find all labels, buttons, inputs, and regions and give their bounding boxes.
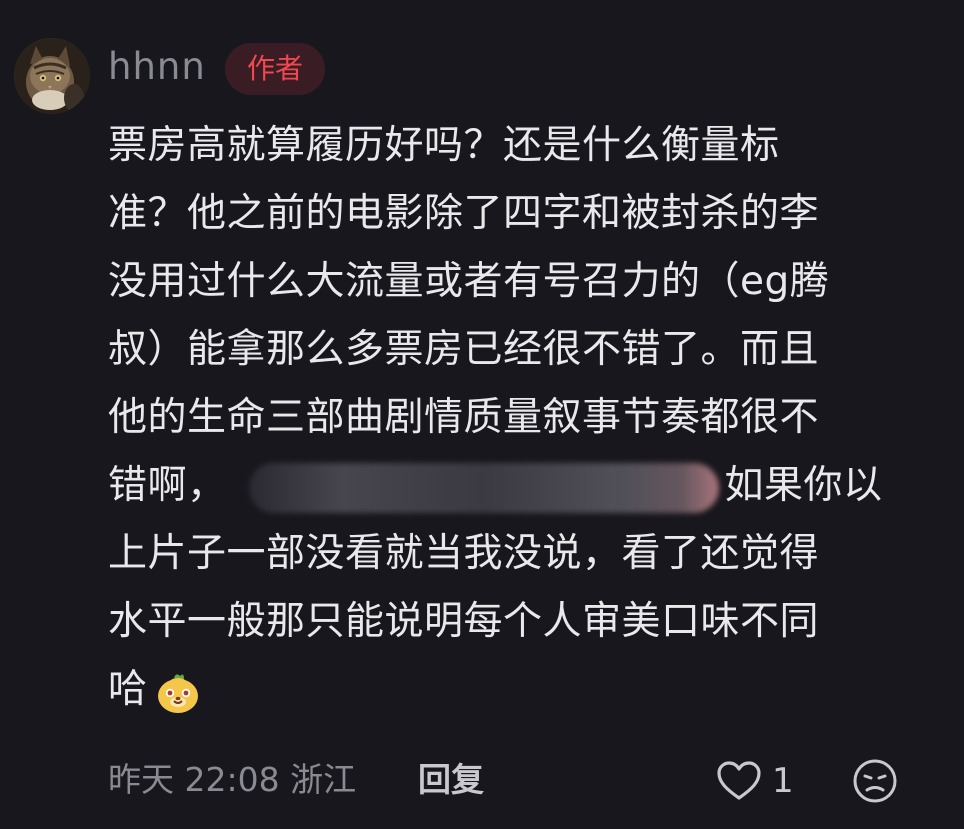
like-button[interactable]: 1 <box>716 756 794 806</box>
author-badge: 作者 <box>225 43 325 95</box>
comment-text-segment: 如果你以 <box>724 463 883 508</box>
comment-line: 没用过什么大流量或者有号召力的（eg腾 <box>108 259 830 304</box>
comment-card: hhnn 作者 票房高就算履历好吗？还是什么衡量标 准？他之前的电影除了四字和被… <box>0 0 964 829</box>
comment-line-last: 哈 <box>108 656 918 724</box>
sad-face-icon <box>853 759 897 803</box>
comment-line: 叔）能拿那么多票房已经很不错了。而且 <box>108 327 820 372</box>
like-count: 1 <box>772 761 794 801</box>
comment-text-segment: 哈 <box>108 667 148 712</box>
heart-icon <box>717 761 761 800</box>
comment-line: 上片子一部没看就当我没说，看了还觉得 <box>108 531 820 576</box>
comment-text-segment: 错啊， <box>108 463 227 508</box>
user-avatar[interactable] <box>14 38 90 114</box>
bear-face-emoji-icon <box>157 673 198 713</box>
cat-avatar-icon <box>14 38 90 114</box>
reply-button[interactable]: 回复 <box>418 752 484 808</box>
username[interactable]: hhnn <box>108 42 206 92</box>
dislike-button[interactable] <box>852 758 898 804</box>
blurred-text-redaction <box>248 462 719 513</box>
comment-line: 水平一般那只能说明每个人审美口味不同 <box>108 599 820 644</box>
comment-line: 准？他之前的电影除了四字和被封杀的李 <box>108 191 820 236</box>
comment-line: 他的生命三部曲剧情质量叙事节奏都很不 <box>108 395 820 440</box>
comment-body: 票房高就算履历好吗？还是什么衡量标 准？他之前的电影除了四字和被封杀的李 没用过… <box>108 112 918 724</box>
comment-line: 票房高就算履历好吗？还是什么衡量标 <box>108 123 780 168</box>
timestamp-location: 昨天 22:08 浙江 <box>108 760 357 799</box>
comment-line-with-blur: 错啊， 如果你以 <box>108 452 918 520</box>
